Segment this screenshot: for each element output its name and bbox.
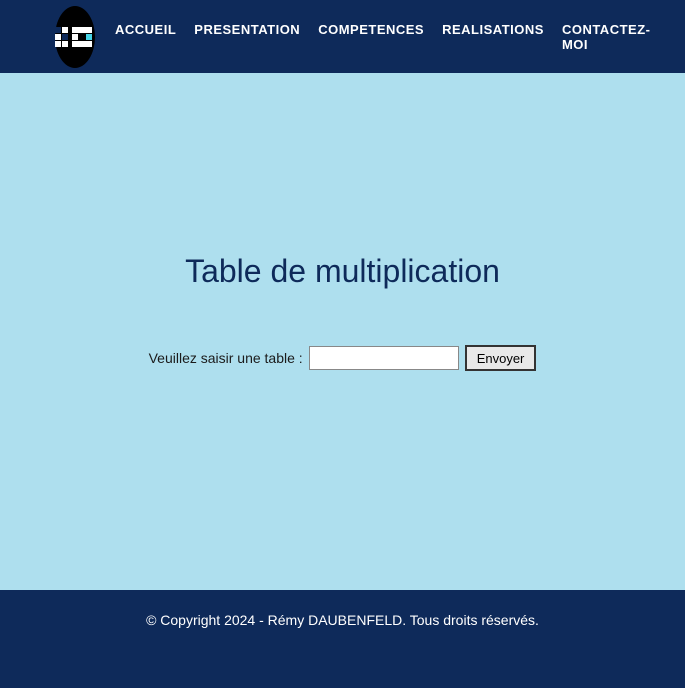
main-nav: ACCUEIL PRESENTATION COMPETENCES REALISA… bbox=[115, 22, 650, 52]
header: ACCUEIL PRESENTATION COMPETENCES REALISA… bbox=[0, 0, 685, 73]
nav-contactez-moi[interactable]: CONTACTEZ-MOI bbox=[562, 22, 651, 52]
nav-realisations[interactable]: REALISATIONS bbox=[442, 22, 544, 52]
page-title: Table de multiplication bbox=[185, 253, 500, 290]
footer: © Copyright 2024 - Rémy DAUBENFELD. Tous… bbox=[0, 590, 685, 688]
submit-button[interactable]: Envoyer bbox=[465, 345, 537, 371]
logo[interactable] bbox=[55, 6, 95, 68]
copyright-text: © Copyright 2024 - Rémy DAUBENFELD. Tous… bbox=[146, 612, 539, 628]
nav-competences[interactable]: COMPETENCES bbox=[318, 22, 424, 52]
nav-accueil[interactable]: ACCUEIL bbox=[115, 22, 176, 52]
table-input-label: Veuillez saisir une table : bbox=[149, 350, 303, 366]
logo-icon bbox=[55, 23, 95, 51]
nav-presentation[interactable]: PRESENTATION bbox=[194, 22, 300, 52]
table-form: Veuillez saisir une table : Envoyer bbox=[149, 345, 537, 371]
table-input[interactable] bbox=[309, 346, 459, 370]
main-content: Table de multiplication Veuillez saisir … bbox=[0, 73, 685, 590]
